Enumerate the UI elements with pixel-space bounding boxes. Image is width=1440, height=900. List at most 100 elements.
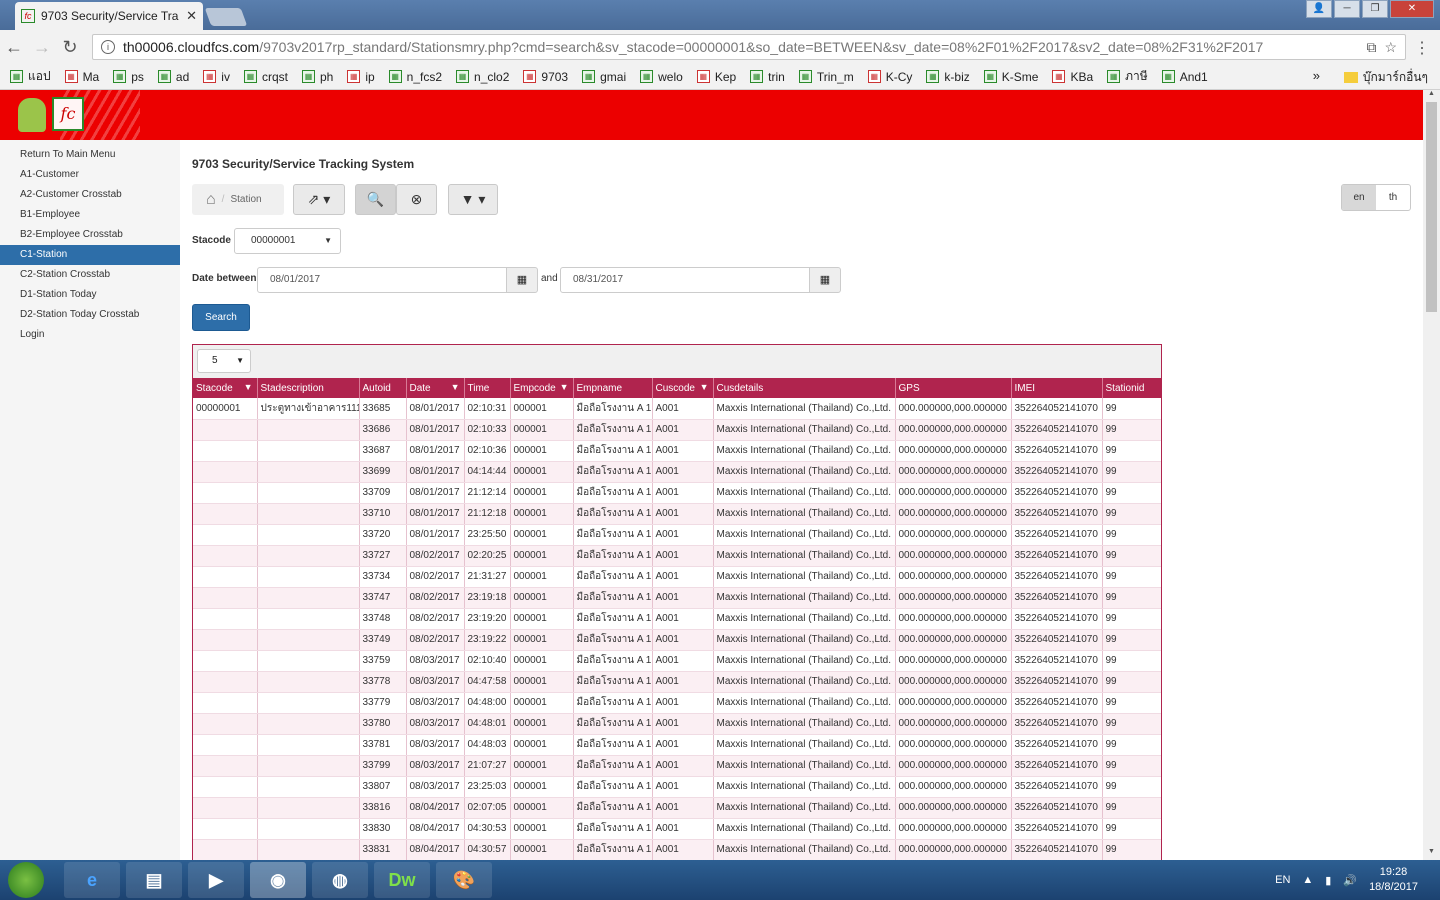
page-size-select[interactable]: 5 ▼ [197, 349, 251, 373]
bookmark-item[interactable]: ▦ Kep [696, 70, 736, 84]
network-icon[interactable]: ▮ [1325, 874, 1331, 887]
table-row[interactable]: 33687 08/01/2017 02:10:36 000001 มือถือโรงงา… [193, 440, 1161, 462]
info-icon[interactable]: i [101, 40, 115, 54]
close-tab-icon[interactable]: ✕ [186, 8, 197, 24]
bookmark-item[interactable]: ▦ แอป [10, 67, 51, 86]
column-header[interactable]: Cusdetails [713, 378, 896, 398]
table-row[interactable]: 33807 08/03/2017 23:25:03 000001 มือถือโรงงา… [193, 776, 1161, 798]
chrome-taskbar-icon[interactable]: ◉ [250, 862, 306, 898]
ie-taskbar-icon[interactable]: e [64, 862, 120, 898]
bookmark-item[interactable]: ▦ gmai [582, 70, 626, 84]
translate-icon[interactable]: ⧉ [1366, 39, 1376, 56]
bookmark-item[interactable]: ▦ Ma [64, 70, 99, 84]
table-row[interactable]: 33780 08/03/2017 04:48:01 000001 มือถือโรงงา… [193, 713, 1161, 735]
scroll-down-icon[interactable]: ▼ [1423, 848, 1440, 860]
other-bookmarks-folder[interactable]: บุ๊กมาร์กอื่นๆ [1343, 68, 1428, 87]
home-icon[interactable]: ⌂ [206, 191, 216, 209]
bookmark-item[interactable]: ▦ K-Sme [983, 70, 1038, 84]
volume-icon[interactable]: 🔊 [1343, 874, 1357, 887]
bookmark-item[interactable]: ▦ ip [347, 70, 375, 84]
table-row[interactable]: 33699 08/01/2017 04:14:44 000001 มือถือโรงงา… [193, 461, 1161, 483]
table-row[interactable]: 33727 08/02/2017 02:20:25 000001 มือถือโรงงา… [193, 545, 1161, 567]
bookmark-item[interactable]: ▦ 9703 [523, 70, 568, 84]
new-tab-button[interactable] [204, 8, 248, 26]
url-input[interactable]: i th00006.cloudfcs.com/9703v2017rp_stand… [92, 34, 1406, 60]
table-row[interactable]: 33779 08/03/2017 04:48:00 000001 มือถือโรงงา… [193, 692, 1161, 714]
sidebar-item[interactable]: B2-Employee Crosstab [0, 225, 180, 245]
lang-en-button[interactable]: en [1342, 185, 1376, 210]
bookmark-item[interactable]: ▦ Trin_m [798, 70, 854, 84]
column-filter-icon[interactable]: ▼ [451, 382, 460, 392]
calendar-icon[interactable]: ▦ [809, 267, 841, 293]
bookmark-item[interactable]: ▦ iv [203, 70, 230, 84]
column-filter-icon[interactable]: ▼ [244, 382, 253, 392]
bookmark-item[interactable]: ▦ n_clo2 [456, 70, 509, 84]
sidebar-item[interactable]: C1-Station [0, 245, 180, 265]
column-header[interactable]: Autoid [359, 378, 407, 398]
column-header[interactable]: Time [464, 378, 511, 398]
bookmark-item[interactable]: ▦ welo [640, 70, 683, 84]
language-indicator[interactable]: EN [1275, 874, 1290, 886]
column-header[interactable]: GPS [895, 378, 1012, 398]
sidebar-item[interactable]: C2-Station Crosstab [0, 265, 180, 285]
browser-tab[interactable]: fc 9703 Security/Service Tra ✕ [15, 2, 203, 30]
table-row[interactable]: 33759 08/03/2017 02:10:40 000001 มือถือโรงงา… [193, 650, 1161, 672]
table-row[interactable]: 33748 08/02/2017 23:19:20 000001 มือถือโรงงา… [193, 608, 1161, 630]
page-scrollbar[interactable]: ▲ ▼ [1423, 90, 1440, 860]
dreamweaver-taskbar-icon[interactable]: Dw [374, 862, 430, 898]
bookmark-item[interactable]: ▦ K-Cy [867, 70, 912, 84]
column-header[interactable]: Empcode ▼ [510, 378, 574, 398]
clock[interactable]: 19:28 18/8/2017 [1369, 865, 1418, 895]
column-header[interactable]: Cuscode ▼ [652, 378, 714, 398]
table-row[interactable]: 33831 08/04/2017 04:30:57 000001 มือถือโรงงา… [193, 839, 1161, 861]
bookmark-item[interactable]: ▦ And1 [1161, 70, 1208, 84]
user-icon[interactable]: 👤 [1306, 0, 1332, 18]
filter-button[interactable]: ▼ ▾ [448, 184, 498, 215]
table-row[interactable]: 33830 08/04/2017 04:30:53 000001 มือถือโรงงา… [193, 818, 1161, 840]
bookmark-item[interactable]: ▦ ps [113, 70, 144, 84]
table-row[interactable]: 33816 08/04/2017 02:07:05 000001 มือถือโรงงา… [193, 797, 1161, 819]
browser-menu-icon[interactable]: ⋮ [1414, 38, 1430, 58]
sidebar-item[interactable]: A2-Customer Crosstab [0, 185, 180, 205]
calendar-icon[interactable]: ▦ [506, 267, 538, 293]
column-filter-icon[interactable]: ▼ [700, 382, 709, 392]
bookmark-item[interactable]: ▦ ad [157, 70, 189, 84]
column-header[interactable]: Empname [573, 378, 653, 398]
media-taskbar-icon[interactable]: ▶ [188, 862, 244, 898]
back-icon[interactable]: ← [0, 37, 28, 58]
lang-th-button[interactable]: th [1376, 185, 1410, 210]
table-row[interactable]: 33778 08/03/2017 04:47:58 000001 มือถือโรงงา… [193, 671, 1161, 693]
bookmarks-overflow-button[interactable]: » [1313, 68, 1320, 83]
start-button[interactable] [8, 862, 44, 898]
date-to-input[interactable]: 08/31/2017 [560, 267, 810, 293]
maximize-button[interactable]: ❐ [1362, 0, 1388, 18]
table-row[interactable]: 33710 08/01/2017 21:12:18 000001 มือถือโรงงา… [193, 503, 1161, 525]
bookmark-item[interactable]: ▦ n_fcs2 [388, 70, 442, 84]
table-row[interactable]: 33749 08/02/2017 23:19:22 000001 มือถือโรงงา… [193, 629, 1161, 651]
stacode-select[interactable]: 00000001 ▼ [234, 228, 341, 254]
date-from-input[interactable]: 08/01/2017 [257, 267, 507, 293]
reset-search-button[interactable]: ⊗ [396, 184, 437, 215]
table-row[interactable]: 33686 08/01/2017 02:10:33 000001 มือถือโรงงา… [193, 419, 1161, 441]
table-row[interactable]: 33709 08/01/2017 21:12:14 000001 มือถือโรงงา… [193, 482, 1161, 504]
column-header[interactable]: Stationid [1102, 378, 1161, 398]
forward-icon[interactable]: → [28, 37, 56, 58]
export-button[interactable]: ⇗ ▾ [293, 184, 345, 215]
bookmark-item[interactable]: ▦ ph [301, 70, 333, 84]
scrollbar-thumb[interactable] [1426, 102, 1437, 312]
sidebar-item[interactable]: Login [0, 325, 180, 345]
firefox-taskbar-icon[interactable]: ◍ [312, 862, 368, 898]
sidebar-item[interactable]: A1-Customer [0, 165, 180, 185]
sidebar-item[interactable]: D1-Station Today [0, 285, 180, 305]
column-filter-icon[interactable]: ▼ [560, 382, 569, 392]
explorer-taskbar-icon[interactable]: ▤ [126, 862, 182, 898]
bookmark-item[interactable]: ▦ k-biz [926, 70, 970, 84]
sidebar-item[interactable]: B1-Employee [0, 205, 180, 225]
column-header[interactable]: Stacode ▼ [193, 378, 258, 398]
column-header[interactable]: Stadescription [257, 378, 360, 398]
table-row[interactable]: 00000001 ประตูทางเข้าอาคาร111 33685 08/01/2… [193, 398, 1161, 420]
sidebar-item[interactable]: D2-Station Today Crosstab [0, 305, 180, 325]
bookmark-item[interactable]: ▦ trin [750, 70, 785, 84]
bookmark-item[interactable]: ▦ ภาษี [1107, 67, 1148, 86]
table-row[interactable]: 33799 08/03/2017 21:07:27 000001 มือถือโรงงา… [193, 755, 1161, 777]
